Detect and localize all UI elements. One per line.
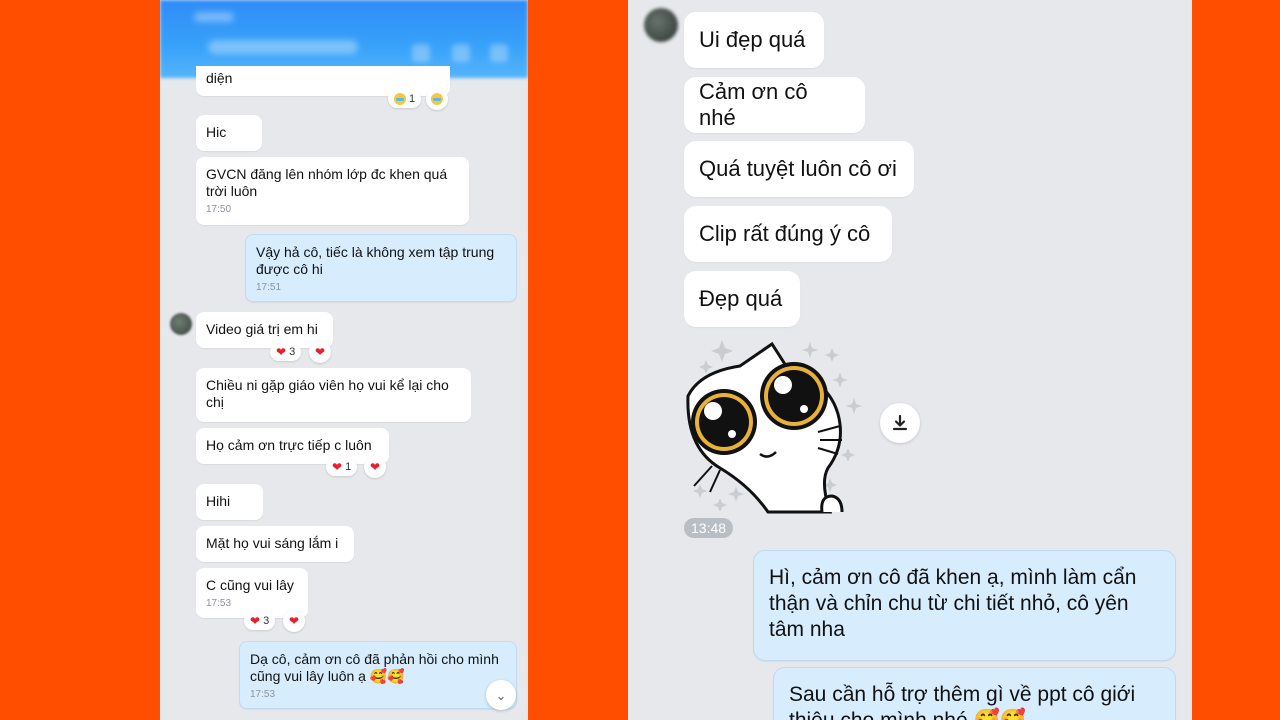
message-bubble[interactable]: Hic [196, 115, 262, 151]
chat-title-blurred [208, 40, 358, 54]
outgoing-message-bubble[interactable]: Sau cần hỗ trợ thêm gì về ppt cô giới th… [773, 667, 1176, 720]
react-button[interactable]: ❤ [309, 341, 331, 363]
reaction-count[interactable]: ❤ 3 [244, 612, 276, 630]
message-bubble[interactable]: Đẹp quá [684, 271, 800, 327]
right-chat-screenshot: Ui đẹp quá Cảm ơn cô nhé Quá tuyệt luôn … [628, 0, 1192, 720]
message-bubble[interactable]: Cảm ơn cô nhé [684, 77, 865, 133]
message-bubble[interactable]: Quá tuyệt luôn cô ơi [684, 141, 914, 197]
sender-avatar[interactable] [644, 8, 678, 42]
menu-icon[interactable] [490, 44, 508, 62]
message-text: Hihi [206, 493, 231, 509]
message-text: Hic [206, 124, 227, 140]
crying-face-icon [394, 93, 406, 105]
message-text: Họ cảm ơn trực tiếp c luôn [206, 437, 372, 453]
message-bubble[interactable]: Chiều ni gặp giáo viên họ vui kể lại cho… [196, 368, 471, 422]
chevron-double-down-icon: ⌄ [495, 687, 507, 703]
message-text: Video giá trị em hi [206, 321, 318, 337]
message-text: Hì, cảm ơn cô đã khen ạ, mình làm cẩn th… [769, 566, 1137, 641]
message-bubble[interactable]: Ui đẹp quá [684, 12, 824, 68]
message-text: C cũng vui lây [206, 577, 294, 593]
heart-icon: ❤ [332, 460, 343, 474]
message-time: 17:53 [206, 598, 232, 609]
download-sticker-button[interactable] [880, 403, 920, 443]
message-text: Ui đẹp quá [699, 27, 806, 52]
message-text: Chiều ni gặp giáo viên họ vui kể lại cho… [206, 377, 449, 410]
sender-avatar[interactable] [170, 313, 192, 335]
heart-icon: ❤ [250, 614, 261, 628]
message-time: 17:53 [250, 689, 276, 700]
scroll-down-button[interactable]: ⌄ [486, 680, 516, 710]
message-bubble[interactable]: Clip rất đúng ý cô [684, 206, 892, 262]
message-bubble[interactable]: Họ cảm ơn trực tiếp c luôn [196, 428, 389, 464]
status-bar-blurred [194, 12, 234, 22]
reaction-count[interactable]: ❤ 3 [270, 343, 302, 361]
heart-icon: ❤ [276, 345, 287, 359]
message-time: 17:51 [256, 282, 282, 293]
message-text: Cảm ơn cô nhé [699, 79, 808, 130]
cat-sticker[interactable] [680, 336, 870, 514]
left-chat-screenshot: diện 1 Hic GVCN đăng lên nhóm lớp đc khe… [160, 0, 528, 720]
reaction-count[interactable]: 1 [388, 90, 422, 108]
heart-icon: ❤ [369, 460, 381, 474]
message-text: Sau cần hỗ trợ thêm gì về ppt cô giới th… [789, 683, 1136, 720]
message-text: Dạ cô, cảm ơn cô đã phản hồi cho mình cũ… [250, 651, 499, 684]
outgoing-message-bubble[interactable]: Dạ cô, cảm ơn cô đã phản hồi cho mình cũ… [239, 641, 517, 709]
message-bubble[interactable]: Mặt họ vui sáng lắm i [196, 526, 354, 562]
sticker-time: 13:48 [684, 518, 734, 538]
message-bubble[interactable]: Hihi [196, 484, 263, 520]
reaction-count[interactable]: ❤ 1 [326, 458, 358, 476]
message-text: Quá tuyệt luôn cô ơi [699, 156, 897, 181]
heart-icon: ❤ [288, 614, 300, 628]
react-button[interactable]: ❤ [283, 610, 305, 632]
call-icon[interactable] [412, 44, 430, 62]
message-text: Đẹp quá [699, 286, 783, 311]
outgoing-message-bubble[interactable]: Hì, cảm ơn cô đã khen ạ, mình làm cẩn th… [753, 550, 1176, 661]
react-button[interactable] [426, 88, 448, 110]
message-text: GVCN đăng lên nhóm lớp đc khen quá trời … [206, 166, 448, 199]
download-icon [892, 414, 908, 431]
message-text: Vậy hả cô, tiếc là không xem tập trung đ… [256, 244, 495, 277]
message-text: Mặt họ vui sáng lắm i [206, 535, 339, 551]
message-text: Clip rất đúng ý cô [699, 221, 871, 246]
crying-face-icon [431, 93, 443, 105]
message-text: diện [206, 70, 233, 86]
video-icon[interactable] [452, 44, 470, 62]
message-bubble[interactable]: GVCN đăng lên nhóm lớp đc khen quá trời … [196, 157, 469, 225]
react-button[interactable]: ❤ [364, 456, 386, 478]
message-time: 17:50 [206, 204, 232, 215]
outgoing-message-bubble[interactable]: Vậy hả cô, tiếc là không xem tập trung đ… [245, 234, 517, 302]
heart-icon: ❤ [314, 345, 326, 359]
